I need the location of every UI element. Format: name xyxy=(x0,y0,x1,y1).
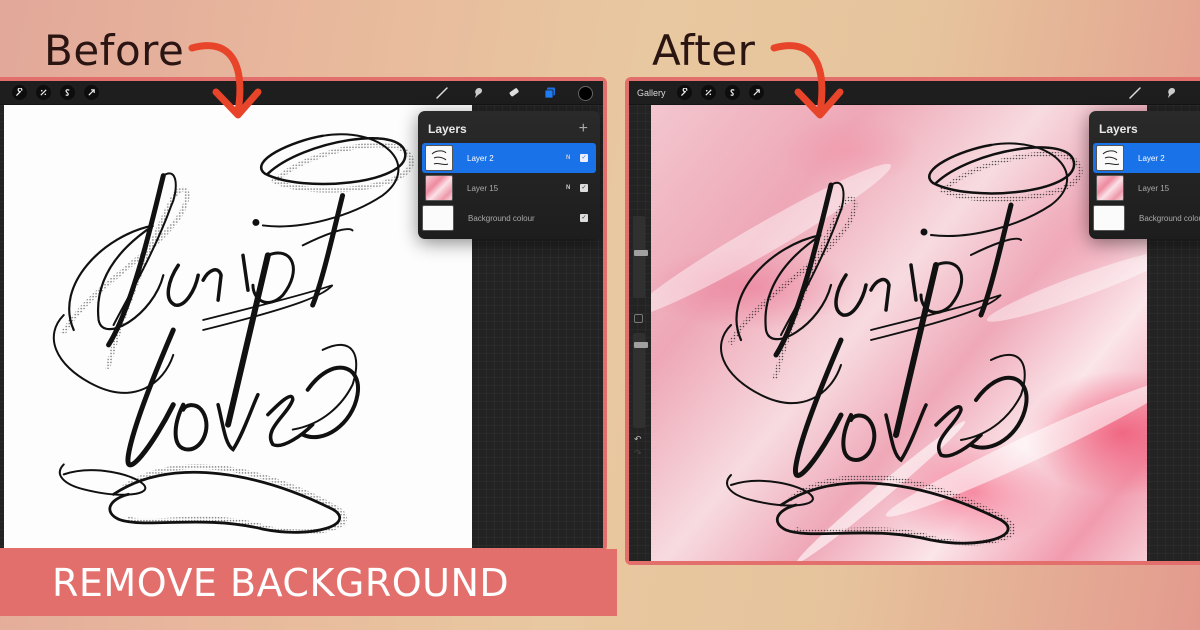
brush-size-handle[interactable] xyxy=(634,250,648,256)
after-heading: After xyxy=(652,26,756,75)
add-layer-button[interactable]: + xyxy=(579,120,588,138)
blend-mode-button[interactable]: N xyxy=(566,185,580,191)
blend-mode-button[interactable]: N xyxy=(566,155,580,161)
after-app-screen: Gallery ↶ ↷ Layers Layer 2 Layer 15 Back… xyxy=(629,81,1200,561)
smudge-icon[interactable] xyxy=(470,85,486,101)
layer-thumbnail xyxy=(425,145,453,171)
layer-name: Background colour xyxy=(1139,213,1200,223)
layer-name: Background colour xyxy=(468,213,535,223)
magic-wand-icon[interactable] xyxy=(36,85,51,100)
transform-arrow-icon[interactable] xyxy=(84,85,99,100)
layers-icon[interactable] xyxy=(542,85,558,101)
undo-button[interactable]: ↶ xyxy=(634,434,642,445)
layer-thumbnail xyxy=(1096,145,1124,171)
opacity-slider[interactable] xyxy=(633,333,648,428)
visibility-checkbox[interactable]: ✓ xyxy=(580,214,588,222)
opacity-handle[interactable] xyxy=(634,342,648,348)
after-app-frame: Gallery ↶ ↷ Layers Layer 2 Layer 15 Back… xyxy=(625,77,1200,565)
layer-row[interactable]: Background colour xyxy=(1093,203,1200,233)
before-app-frame: Layers + Layer 2 N ✓ Layer 15 N ✓ Backgr… xyxy=(0,77,607,552)
eraser-icon[interactable] xyxy=(506,85,522,101)
layer-name: Layer 15 xyxy=(467,183,499,193)
redo-button[interactable]: ↷ xyxy=(634,448,642,459)
selection-icon[interactable] xyxy=(60,85,75,100)
before-toolbar xyxy=(0,81,603,105)
brush-sidebar: ↶ ↷ xyxy=(631,216,648,459)
visibility-checkbox[interactable]: ✓ xyxy=(580,154,588,162)
layers-header: Layers + xyxy=(418,115,600,143)
modify-button[interactable] xyxy=(634,314,643,323)
selection-icon[interactable] xyxy=(724,85,740,100)
after-canvas[interactable] xyxy=(651,105,1147,561)
layers-title: Layers xyxy=(1099,122,1138,136)
brush-size-slider[interactable] xyxy=(633,216,648,298)
layer-thumbnail xyxy=(425,175,453,201)
layer-thumbnail xyxy=(1096,175,1124,201)
script-lover-artwork xyxy=(720,142,1083,546)
after-toolbar: Gallery xyxy=(629,81,1200,105)
curved-arrow-icon xyxy=(188,42,262,119)
gallery-button[interactable]: Gallery xyxy=(637,88,666,98)
layer-name: Layer 2 xyxy=(467,153,494,163)
visibility-checkbox[interactable]: ✓ xyxy=(580,184,588,192)
layer-thumbnail xyxy=(1093,205,1125,231)
layers-panel: Layers + Layer 2 N ✓ Layer 15 N ✓ Backgr… xyxy=(418,111,600,239)
brush-icon[interactable] xyxy=(1127,85,1143,101)
layer-row[interactable]: Layer 15 N ✓ xyxy=(422,173,596,203)
layer-row[interactable]: Layer 15 xyxy=(1093,173,1200,203)
layers-header: Layers xyxy=(1089,115,1200,143)
layer-name: Layer 2 xyxy=(1138,153,1165,163)
layer-row[interactable]: Background colour ✓ xyxy=(422,203,596,233)
brush-icon[interactable] xyxy=(434,85,450,101)
layer-name: Layer 15 xyxy=(1138,183,1170,193)
layer-thumbnail xyxy=(422,205,454,231)
banner-title: REMOVE BACKGROUND xyxy=(52,560,510,605)
before-heading: Before xyxy=(44,26,185,75)
smudge-icon[interactable] xyxy=(1163,85,1179,101)
script-lover-artwork xyxy=(52,133,414,535)
before-app-screen: Layers + Layer 2 N ✓ Layer 15 N ✓ Backgr… xyxy=(0,81,603,548)
before-canvas[interactable] xyxy=(4,105,472,548)
curved-arrow-icon xyxy=(770,42,844,119)
layers-panel: Layers Layer 2 Layer 15 Background colou… xyxy=(1089,111,1200,239)
transform-arrow-icon[interactable] xyxy=(748,85,764,100)
remove-background-banner: REMOVE BACKGROUND xyxy=(0,549,617,616)
magic-wand-icon[interactable] xyxy=(700,85,716,100)
layer-row[interactable]: Layer 2 N ✓ xyxy=(422,143,596,173)
layer-row[interactable]: Layer 2 xyxy=(1093,143,1200,173)
wrench-icon[interactable] xyxy=(676,85,692,100)
color-swatch-icon[interactable] xyxy=(578,85,593,101)
wrench-icon[interactable] xyxy=(12,85,27,100)
layers-title: Layers xyxy=(428,122,467,136)
